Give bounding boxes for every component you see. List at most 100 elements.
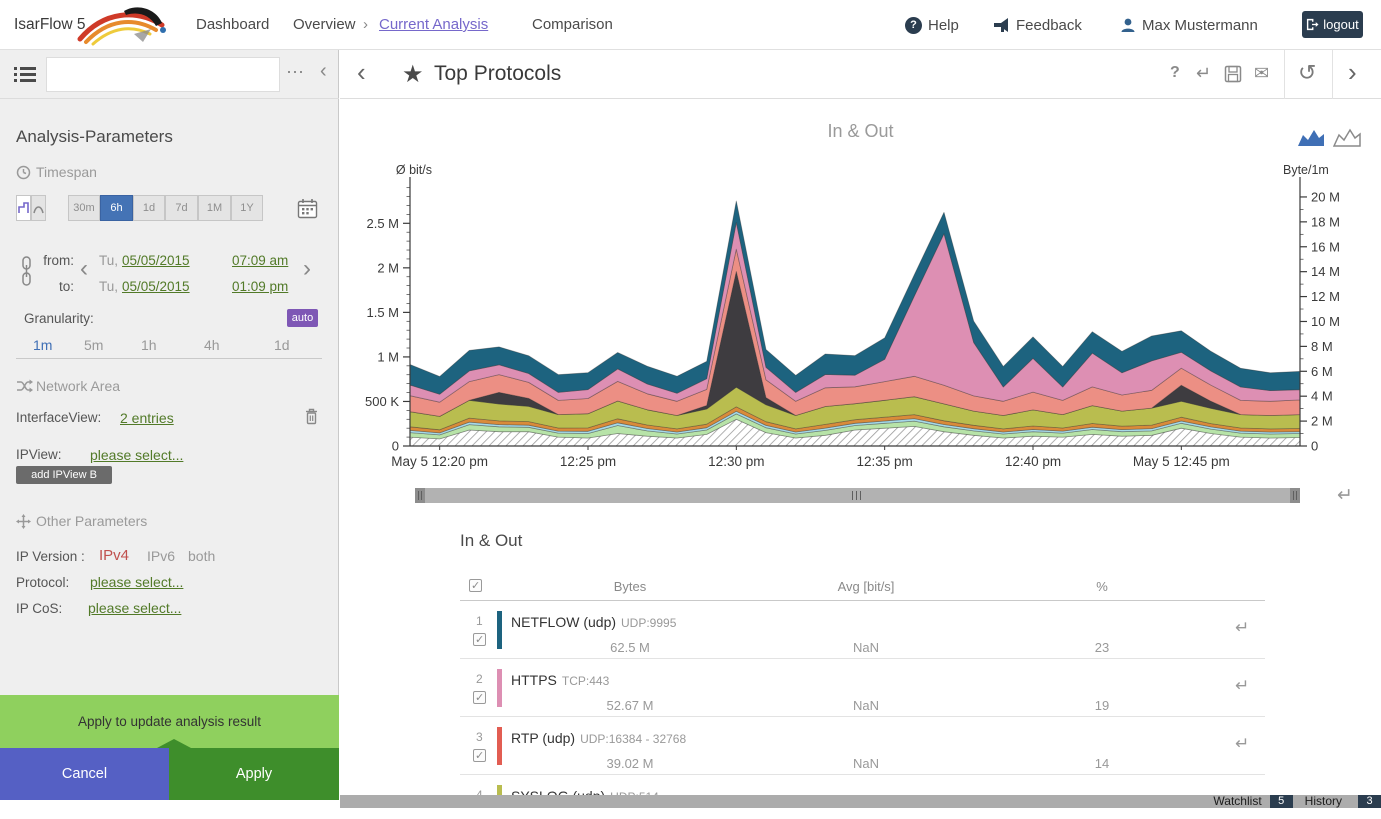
- calendar-icon[interactable]: [297, 198, 318, 219]
- analysis-title: Top Protocols: [434, 62, 561, 86]
- svg-text:2 M: 2 M: [377, 260, 399, 275]
- help-button[interactable]: ? Help: [905, 0, 959, 50]
- row-color-bar: [497, 669, 502, 707]
- preset-6h[interactable]: 6h: [100, 195, 133, 221]
- more-options-icon[interactable]: ⋯: [286, 62, 304, 83]
- svg-text:18 M: 18 M: [1311, 214, 1340, 229]
- column-avg[interactable]: Avg [bit/s]: [776, 579, 956, 594]
- cancel-button[interactable]: Cancel: [0, 748, 169, 800]
- svg-text:12:30 pm: 12:30 pm: [708, 454, 764, 469]
- row-protocol: HTTPSTCP:443: [511, 672, 609, 690]
- app-root: IsarFlow 5 Dashboard Overview › Current …: [0, 0, 1381, 819]
- history-toggle[interactable]: History: [1305, 795, 1342, 808]
- save-icon[interactable]: [1224, 65, 1242, 83]
- ipcos-select-link[interactable]: please select...: [88, 600, 181, 616]
- prev-analysis-icon[interactable]: ‹: [357, 57, 366, 88]
- ip-version-both[interactable]: both: [188, 548, 215, 564]
- analysis-selector[interactable]: [46, 57, 280, 92]
- watchlist-toggle[interactable]: Watchlist: [1213, 795, 1261, 808]
- nav-comparison[interactable]: Comparison: [532, 0, 613, 50]
- range-handle-left[interactable]: [415, 488, 425, 503]
- range-grip[interactable]: [852, 488, 861, 503]
- timespan-next-button[interactable]: ›: [303, 255, 311, 283]
- row-percent: 19: [1012, 698, 1192, 713]
- row-checkbox[interactable]: ✓: [473, 633, 486, 646]
- range-handle-right[interactable]: [1290, 488, 1300, 503]
- line-chart-toggle-icon[interactable]: [1333, 127, 1361, 148]
- to-date-link[interactable]: 05/05/2015: [122, 279, 190, 294]
- nav-overview[interactable]: Overview: [293, 0, 356, 50]
- interval-mode-sliding-toggle[interactable]: [31, 195, 46, 221]
- divider: [16, 358, 322, 359]
- row-drilldown-icon[interactable]: ↵: [1235, 676, 1249, 696]
- preset-7d[interactable]: 7d: [165, 195, 198, 221]
- granularity-1m[interactable]: 1m: [33, 337, 52, 353]
- collapse-sidebar-icon[interactable]: ‹: [320, 60, 327, 83]
- watchlist-count-badge[interactable]: 5: [1270, 795, 1293, 808]
- table-row-syslog[interactable]: 4 ✓ SYSLOG (udp)UDP:514 ↵: [460, 775, 1265, 795]
- column-percent[interactable]: %: [1012, 579, 1192, 594]
- interval-mode-step-toggle[interactable]: [16, 195, 31, 221]
- svg-text:1.5 M: 1.5 M: [366, 305, 399, 320]
- email-icon[interactable]: ✉: [1254, 63, 1269, 84]
- ipview-select-link[interactable]: please select...: [90, 447, 183, 463]
- preset-30m[interactable]: 30m: [68, 195, 100, 221]
- network-area-shuffle-icon: [16, 379, 33, 393]
- row-avg: NaN: [776, 698, 956, 713]
- next-analysis-icon[interactable]: ›: [1348, 57, 1357, 88]
- ip-version-ipv4[interactable]: IPv4: [99, 547, 129, 564]
- granularity-5m[interactable]: 5m: [84, 337, 103, 353]
- help-label: Help: [928, 17, 959, 34]
- user-menu[interactable]: Max Mustermann: [1120, 0, 1258, 50]
- area-chart-toggle-icon[interactable]: [1297, 127, 1325, 148]
- granularity-1h[interactable]: 1h: [141, 337, 157, 353]
- link-timespan-icon[interactable]: [20, 256, 33, 286]
- apply-button[interactable]: Apply: [169, 748, 339, 800]
- preset-1d[interactable]: 1d: [133, 195, 165, 221]
- svg-text:Byte/1m: Byte/1m: [1283, 163, 1329, 177]
- select-all-checkbox[interactable]: ✓: [469, 579, 482, 592]
- timespan-prev-button[interactable]: ‹: [80, 255, 88, 283]
- row-checkbox[interactable]: ✓: [473, 691, 486, 704]
- step-interval-icon: [18, 202, 29, 214]
- from-time-link[interactable]: 07:09 am: [232, 253, 288, 268]
- granularity-auto-badge[interactable]: auto: [287, 309, 318, 327]
- svg-text:2.5 M: 2.5 M: [366, 216, 399, 231]
- trash-icon[interactable]: [305, 408, 318, 425]
- row-checkbox[interactable]: ✓: [473, 749, 486, 762]
- svg-text:May 5 12:45 pm: May 5 12:45 pm: [1133, 454, 1230, 469]
- add-ipview-b-button[interactable]: add IPView B: [16, 466, 112, 484]
- nav-current-analysis[interactable]: Current Analysis: [379, 0, 488, 50]
- from-date-link[interactable]: 05/05/2015: [122, 253, 190, 268]
- feedback-button[interactable]: Feedback: [992, 0, 1082, 50]
- protocol-select-link[interactable]: please select...: [90, 574, 183, 590]
- breadcrumb-separator-icon: ›: [363, 0, 368, 50]
- zoom-reset-icon[interactable]: ↵: [1337, 484, 1353, 507]
- header-return-icon[interactable]: ↵: [1196, 63, 1211, 84]
- table-row-netflow[interactable]: 1 ✓ NETFLOW (udp)UDP:9995 62.5 M NaN 23 …: [460, 601, 1265, 659]
- analysis-list-icon[interactable]: [13, 65, 37, 84]
- svg-text:2 M: 2 M: [1311, 414, 1333, 429]
- row-drilldown-icon[interactable]: ↵: [1235, 734, 1249, 754]
- preset-1M[interactable]: 1M: [198, 195, 231, 221]
- traffic-stacked-area-chart[interactable]: 0500 K1 M1.5 M2 M2.5 M02 M4 M6 M8 M10 M1…: [350, 160, 1381, 475]
- preset-1Y[interactable]: 1Y: [231, 195, 263, 221]
- granularity-4h[interactable]: 4h: [204, 337, 220, 353]
- table-row-rtp[interactable]: 3 ✓ RTP (udp)UDP:16384 - 32768 39.02 M N…: [460, 717, 1265, 775]
- nav-dashboard[interactable]: Dashboard: [196, 0, 269, 50]
- table-row-https[interactable]: 2 ✓ HTTPSTCP:443 52.67 M NaN 19 ↵: [460, 659, 1265, 717]
- granularity-1d[interactable]: 1d: [274, 337, 290, 353]
- row-drilldown-icon[interactable]: ↵: [1235, 618, 1249, 638]
- favorite-star-icon[interactable]: ★: [402, 60, 424, 89]
- logout-button[interactable]: logout: [1302, 11, 1363, 38]
- header-help-icon[interactable]: ?: [1170, 64, 1180, 82]
- chart-range-scrollbar[interactable]: [415, 488, 1300, 503]
- to-time-link[interactable]: 01:09 pm: [232, 279, 288, 294]
- history-icon[interactable]: ↺: [1298, 60, 1316, 86]
- history-count-badge[interactable]: 3: [1358, 795, 1381, 808]
- interfaceview-entries-link[interactable]: 2 entries: [120, 410, 174, 426]
- logout-label: logout: [1323, 17, 1358, 32]
- column-bytes[interactable]: Bytes: [540, 579, 720, 594]
- user-name: Max Mustermann: [1142, 17, 1258, 34]
- ip-version-ipv6[interactable]: IPv6: [147, 548, 175, 564]
